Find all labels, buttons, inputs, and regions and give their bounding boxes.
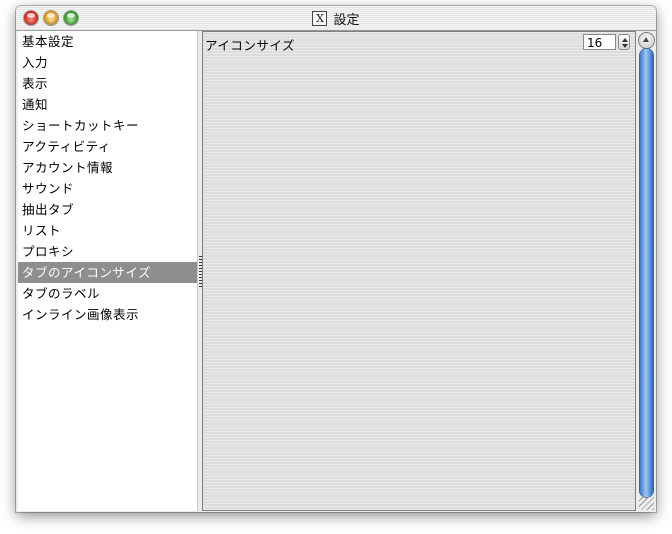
icon-size-stepper[interactable] [618, 34, 630, 50]
sidebar-item-list[interactable]: リスト [18, 220, 197, 241]
sidebar-item-basic[interactable]: 基本設定 [18, 31, 197, 52]
title-bar[interactable]: X 設定 [16, 6, 656, 31]
sidebar-item-proxy[interactable]: プロキシ [18, 241, 197, 262]
stepper-down-icon[interactable] [622, 44, 628, 48]
sidebar-item-display[interactable]: 表示 [18, 73, 197, 94]
icon-size-field[interactable]: 16 [583, 34, 616, 50]
settings-detail-panel: アイコンサイズ 16 [202, 31, 636, 511]
settings-category-list[interactable]: 基本設定 入力 表示 通知 ショートカットキー アクティビティ アカウント情報 … [18, 31, 198, 511]
stepper-up-icon[interactable] [622, 38, 628, 42]
window-title: 設定 [333, 12, 360, 28]
sidebar-item-tab-icon-size[interactable]: タブのアイコンサイズ [18, 262, 197, 283]
resize-grip-icon[interactable] [639, 496, 654, 510]
vertical-scrollbar[interactable] [637, 31, 656, 511]
sidebar-item-extract-tab[interactable]: 抽出タブ [18, 199, 197, 220]
preferences-window: X 設定 基本設定 入力 表示 通知 ショートカットキー アクティビティ アカウ… [16, 6, 656, 512]
sidebar-item-input[interactable]: 入力 [18, 52, 197, 73]
scrollbar-thumb[interactable] [640, 49, 653, 497]
sidebar-item-notification[interactable]: 通知 [18, 94, 197, 115]
scroll-up-button[interactable] [639, 33, 654, 48]
icon-size-label: アイコンサイズ [205, 38, 296, 53]
sidebar-item-inline-image[interactable]: インライン画像表示 [18, 304, 197, 325]
sidebar-item-sound[interactable]: サウンド [18, 178, 197, 199]
sidebar-item-tab-label[interactable]: タブのラベル [18, 283, 197, 304]
window-title-group: X 設定 [16, 6, 656, 30]
sidebar-item-shortcut-keys[interactable]: ショートカットキー [18, 115, 197, 136]
x11-icon: X [312, 10, 328, 26]
sidebar-item-account-info[interactable]: アカウント情報 [18, 157, 197, 178]
sidebar-item-activity[interactable]: アクティビティ [18, 136, 197, 157]
